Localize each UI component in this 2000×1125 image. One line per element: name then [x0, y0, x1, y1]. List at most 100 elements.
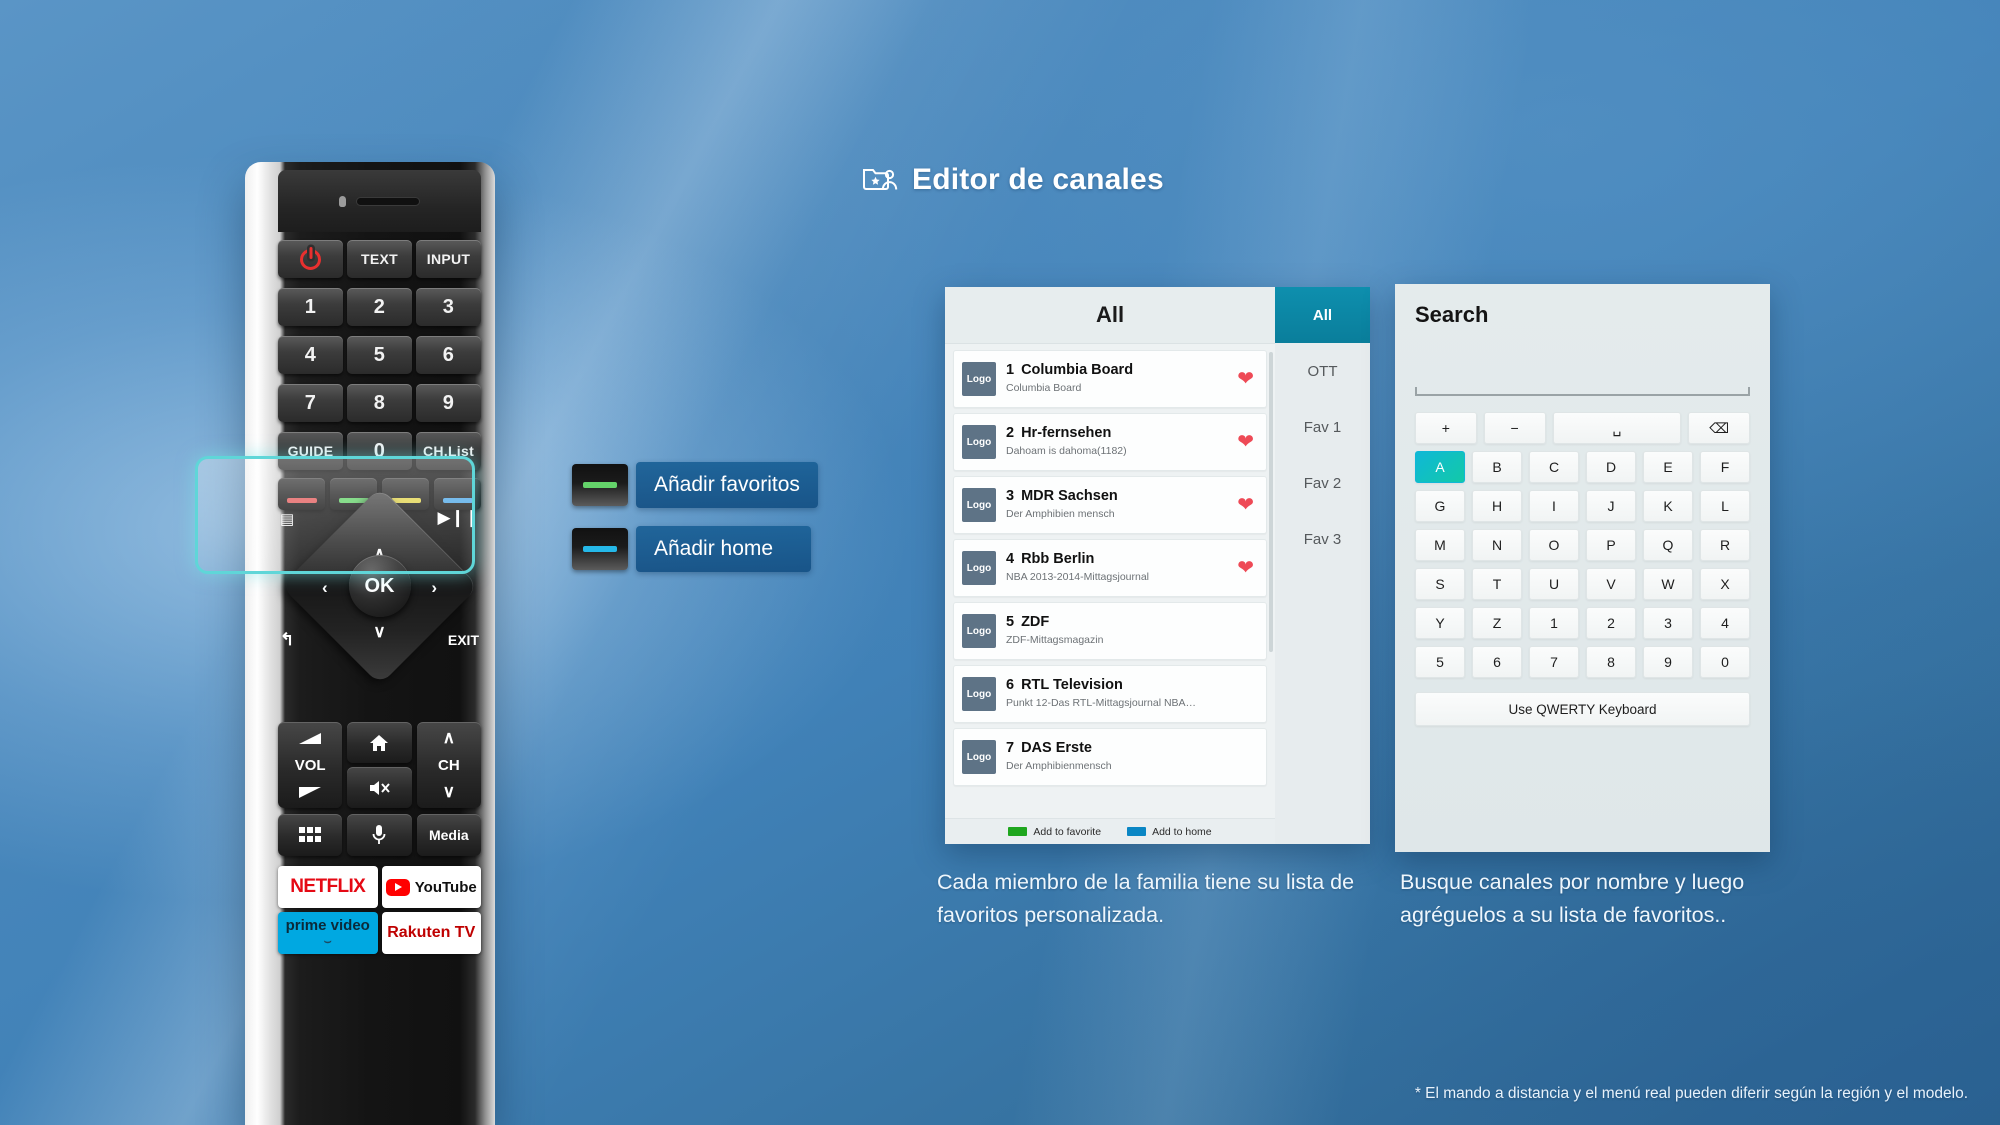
- volume-down-icon[interactable]: [299, 786, 322, 798]
- rakuten-tv-button[interactable]: Rakuten TV: [381, 912, 481, 954]
- dpad-down-icon[interactable]: ∨: [373, 622, 385, 642]
- plus-key[interactable]: +: [1415, 412, 1477, 444]
- channel-name: MDR Sachsen: [1021, 488, 1118, 504]
- power-button[interactable]: [278, 240, 343, 278]
- volume-up-icon[interactable]: [299, 732, 322, 744]
- key-P[interactable]: P: [1586, 529, 1636, 561]
- channel-down-icon[interactable]: ∨: [417, 776, 481, 808]
- key-M[interactable]: M: [1415, 529, 1465, 561]
- channel-category-tabs[interactable]: All OTT Fav 1 Fav 2 Fav 3: [1275, 287, 1370, 844]
- key-4[interactable]: 4: [1700, 607, 1750, 639]
- backspace-key[interactable]: ⌫: [1688, 412, 1750, 444]
- numpad-3[interactable]: 3: [416, 288, 481, 326]
- input-button[interactable]: INPUT: [416, 240, 481, 278]
- numpad-6[interactable]: 6: [416, 336, 481, 374]
- channel-tab-fav-2[interactable]: Fav 2: [1275, 455, 1370, 511]
- exit-button[interactable]: EXIT: [448, 632, 479, 648]
- key-Q[interactable]: Q: [1643, 529, 1693, 561]
- key-1[interactable]: 1: [1529, 607, 1579, 639]
- favorite-heart-icon[interactable]: ❤: [1237, 432, 1254, 452]
- key-J[interactable]: J: [1586, 490, 1636, 522]
- youtube-button[interactable]: YouTube: [381, 866, 481, 908]
- key-E[interactable]: E: [1643, 451, 1693, 483]
- key-L[interactable]: L: [1700, 490, 1750, 522]
- favorite-heart-icon[interactable]: ❤: [1237, 558, 1254, 578]
- numpad-1[interactable]: 1: [278, 288, 343, 326]
- channel-name: Columbia Board: [1021, 362, 1134, 378]
- key-6[interactable]: 6: [1472, 646, 1522, 678]
- channel-up-icon[interactable]: ∧: [417, 722, 481, 754]
- key-U[interactable]: U: [1529, 568, 1579, 600]
- numpad-8[interactable]: 8: [347, 384, 412, 422]
- numpad-7[interactable]: 7: [278, 384, 343, 422]
- channel-row[interactable]: Logo7DAS ErsteDer Amphibienmensch❤: [953, 728, 1267, 786]
- channel-row[interactable]: Logo 4 Rbb Berlin NBA 2013-2014-Mittagsjour…: [953, 539, 1267, 597]
- key-A[interactable]: A: [1415, 451, 1465, 483]
- channel-row[interactable]: Logo 6 RTL Television Punkt 12-Das RTL-Mitt…: [953, 665, 1267, 723]
- key-I[interactable]: I: [1529, 490, 1579, 522]
- channel-tab-fav-3[interactable]: Fav 3: [1275, 511, 1370, 567]
- text-button[interactable]: TEXT: [347, 240, 412, 278]
- key-D[interactable]: D: [1586, 451, 1636, 483]
- key-2[interactable]: 2: [1586, 607, 1636, 639]
- channel-row[interactable]: Logo 3 MDR Sachsen Der Amphibien mensch ❤: [953, 476, 1267, 534]
- numpad-9[interactable]: 9: [416, 384, 481, 422]
- key-C[interactable]: C: [1529, 451, 1579, 483]
- channel-list-legend: Add to favorite Add to home: [945, 818, 1275, 844]
- key-0[interactable]: 0: [1700, 646, 1750, 678]
- key-9[interactable]: 9: [1643, 646, 1693, 678]
- back-arrow-icon[interactable]: ↰: [280, 630, 294, 650]
- channel-list[interactable]: Logo 1 Columbia Board Columbia Board ❤ Logo 2 H…: [945, 344, 1275, 818]
- keyboard-row-4: STUVWX: [1415, 568, 1750, 600]
- favorite-heart-icon[interactable]: ❤: [1237, 369, 1254, 389]
- use-qwerty-keyboard-button[interactable]: Use QWERTY Keyboard: [1415, 692, 1750, 726]
- key-B[interactable]: B: [1472, 451, 1522, 483]
- key-N[interactable]: N: [1472, 529, 1522, 561]
- key-K[interactable]: K: [1643, 490, 1693, 522]
- key-W[interactable]: W: [1643, 568, 1693, 600]
- key-T[interactable]: T: [1472, 568, 1522, 600]
- space-key[interactable]: ␣: [1552, 412, 1682, 444]
- key-3[interactable]: 3: [1643, 607, 1693, 639]
- dpad-right-icon[interactable]: ›: [431, 578, 437, 598]
- channel-list-scrollbar[interactable]: [1269, 352, 1273, 652]
- channel-tab-ott[interactable]: OTT: [1275, 343, 1370, 399]
- favorite-heart-icon[interactable]: ❤: [1237, 495, 1254, 515]
- mute-button[interactable]: [347, 767, 412, 808]
- apps-button[interactable]: [278, 814, 343, 856]
- key-X[interactable]: X: [1700, 568, 1750, 600]
- numpad-2[interactable]: 2: [347, 288, 412, 326]
- key-G[interactable]: G: [1415, 490, 1465, 522]
- channel-text: 4 Rbb Berlin NBA 2013-2014-Mittagsjournal: [1006, 551, 1237, 585]
- numpad-5[interactable]: 5: [347, 336, 412, 374]
- key-O[interactable]: O: [1529, 529, 1579, 561]
- key-S[interactable]: S: [1415, 568, 1465, 600]
- channel-row[interactable]: Logo 2 Hr-fernsehen Dahoam is dahoma(1182) ❤: [953, 413, 1267, 471]
- netflix-button[interactable]: NETFLIX: [278, 866, 378, 908]
- channel-tab-all[interactable]: All: [1275, 287, 1370, 343]
- minus-key[interactable]: −: [1483, 412, 1546, 444]
- channel-button[interactable]: ∧ CH ∨: [416, 722, 481, 808]
- numpad-4[interactable]: 4: [278, 336, 343, 374]
- key-7[interactable]: 7: [1529, 646, 1579, 678]
- key-5[interactable]: 5: [1415, 646, 1465, 678]
- volume-button[interactable]: VOL: [278, 722, 343, 808]
- search-input[interactable]: [1415, 370, 1750, 396]
- key-Y[interactable]: Y: [1415, 607, 1465, 639]
- voice-button[interactable]: [347, 814, 412, 856]
- channel-tab-fav-1[interactable]: Fav 1: [1275, 399, 1370, 455]
- key-Z[interactable]: Z: [1472, 607, 1522, 639]
- prime-video-button[interactable]: prime video ⌣: [278, 912, 378, 954]
- channel-editor-panel: All Logo 1 Columbia Board Columbia Board ❤ Lo…: [945, 287, 1370, 844]
- key-8[interactable]: 8: [1586, 646, 1636, 678]
- channel-row[interactable]: Logo5ZDFZDF-Mittagsmagazin❤: [953, 602, 1267, 660]
- microphone-hole-icon: [339, 195, 346, 207]
- key-R[interactable]: R: [1700, 529, 1750, 561]
- home-button[interactable]: [347, 722, 412, 763]
- media-button[interactable]: Media: [416, 814, 481, 856]
- key-F[interactable]: F: [1700, 451, 1750, 483]
- dpad-left-icon[interactable]: ‹: [322, 578, 328, 598]
- key-V[interactable]: V: [1586, 568, 1636, 600]
- key-H[interactable]: H: [1472, 490, 1522, 522]
- channel-row[interactable]: Logo 1 Columbia Board Columbia Board ❤: [953, 350, 1267, 408]
